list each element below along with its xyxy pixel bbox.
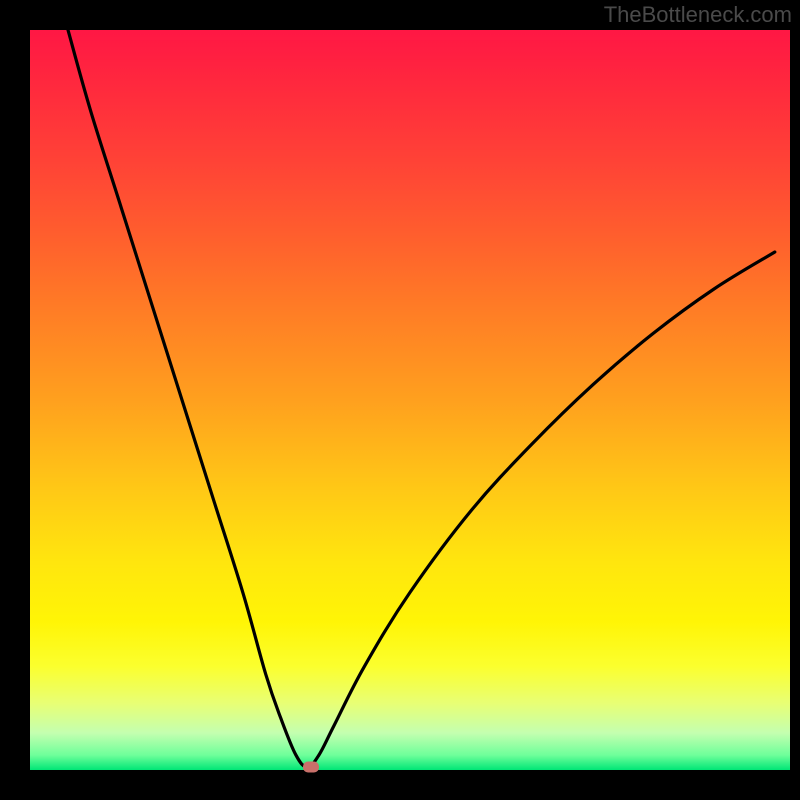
bottleneck-curve (30, 30, 790, 770)
curve-path (68, 30, 775, 767)
watermark-text: TheBottleneck.com (604, 2, 792, 28)
optimum-marker (303, 762, 319, 773)
bottleneck-chart (30, 30, 790, 770)
